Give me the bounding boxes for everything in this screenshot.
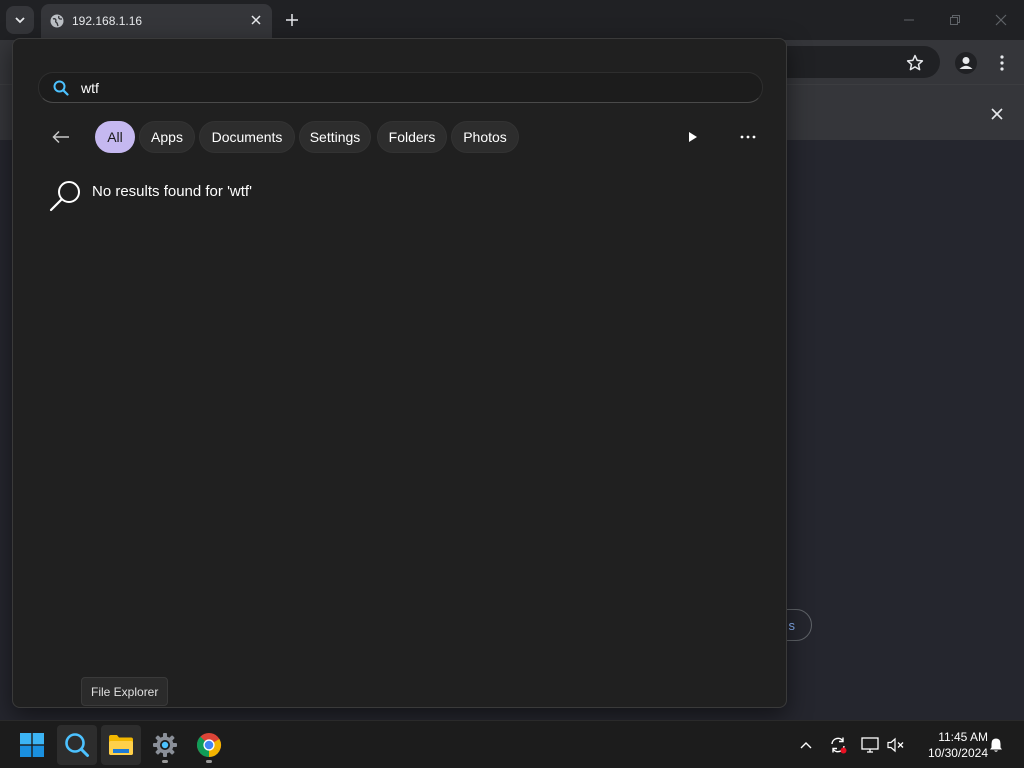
show-hidden-icons-button[interactable] [796, 735, 816, 755]
taskbar: 11:45 AM 10/30/2024 [0, 720, 1024, 768]
filter-chip-photos[interactable]: Photos [451, 121, 519, 153]
search-input[interactable] [81, 77, 741, 99]
close-window-button[interactable] [978, 0, 1024, 40]
globe-icon [50, 14, 64, 28]
filter-chip-settings[interactable]: Settings [299, 121, 371, 153]
search-box[interactable] [38, 72, 763, 103]
chevron-down-icon [15, 17, 25, 24]
bookmark-star-icon[interactable] [906, 54, 924, 72]
monitor-icon [861, 737, 879, 753]
chevron-up-icon [800, 742, 812, 749]
tab-close-button[interactable] [248, 12, 264, 28]
more-filters-button[interactable] [683, 127, 703, 147]
search-icon [53, 80, 69, 96]
filter-chip-documents[interactable]: Documents [199, 121, 295, 153]
taskbar-tooltip: File Explorer [81, 677, 169, 706]
notifications-button[interactable] [986, 735, 1006, 755]
search-icon [49, 181, 80, 212]
start-button[interactable] [12, 725, 52, 765]
filter-chip-folders[interactable]: Folders [377, 121, 447, 153]
clock-time: 11:45 AM [938, 730, 988, 744]
plus-icon [286, 14, 298, 26]
tab-search-button[interactable] [6, 6, 34, 34]
taskbar-search-button[interactable] [57, 725, 97, 765]
running-indicator [162, 760, 168, 763]
search-icon [65, 733, 89, 757]
browser-tab-strip: 192.168.1.16 [0, 0, 1024, 40]
file-explorer-icon [109, 735, 133, 755]
restore-button[interactable] [932, 0, 978, 40]
running-indicator [206, 760, 212, 763]
sync-tray-button[interactable] [828, 735, 848, 755]
chrome-button[interactable] [189, 725, 229, 765]
settings-button[interactable] [145, 725, 185, 765]
network-tray-button[interactable] [860, 735, 880, 755]
windows-logo-icon [20, 733, 44, 757]
back-button[interactable] [49, 125, 73, 149]
bell-icon [990, 738, 1002, 752]
sync-icon [831, 737, 847, 754]
profile-icon[interactable] [955, 52, 977, 74]
file-explorer-button[interactable] [101, 725, 141, 765]
browser-menu-button[interactable] [994, 52, 1010, 74]
volume-tray-button[interactable] [886, 735, 906, 755]
arrow-left-icon [52, 130, 69, 144]
no-results-text: No results found for 'wtf' [92, 183, 252, 200]
minimize-icon [904, 19, 914, 21]
search-flyout: All Apps Documents Settings Folders Phot… [12, 38, 787, 708]
filter-chip-apps[interactable]: Apps [139, 121, 195, 153]
chrome-icon [196, 733, 222, 758]
system-clock[interactable]: 11:45 AM 10/30/2024 [912, 729, 988, 761]
close-icon [251, 15, 261, 25]
browser-tab[interactable]: 192.168.1.16 [41, 4, 272, 40]
search-filter-row: All Apps Documents Settings Folders Phot… [43, 121, 763, 153]
clock-date: 10/30/2024 [927, 746, 988, 760]
no-results-message: No results found for 'wtf' [49, 179, 549, 215]
restore-icon [950, 15, 960, 25]
close-icon[interactable] [988, 105, 1006, 123]
settings-icon [153, 733, 177, 757]
play-icon [689, 132, 697, 142]
new-tab-button[interactable] [282, 10, 302, 30]
minimize-button[interactable] [886, 0, 932, 40]
tab-title: 192.168.1.16 [72, 14, 143, 28]
volume-muted-icon [887, 737, 904, 753]
filter-chip-all[interactable]: All [95, 121, 135, 153]
more-vert-icon [1000, 55, 1004, 71]
close-icon [995, 14, 1007, 26]
options-button[interactable] [737, 127, 759, 147]
more-horizontal-icon [740, 135, 756, 139]
